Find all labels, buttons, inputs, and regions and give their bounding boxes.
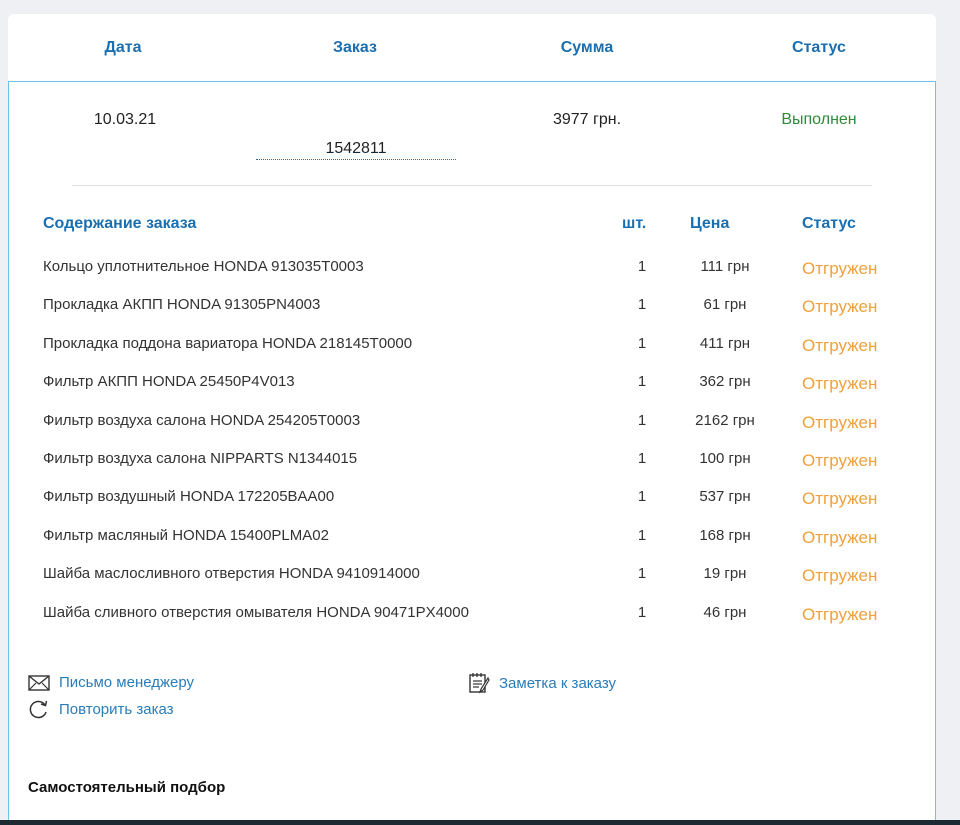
order-number-text[interactable]: 1542811: [256, 140, 456, 160]
mail-icon: [28, 674, 50, 691]
item-price: 537 грн: [699, 488, 751, 506]
order-item-row: Прокладка поддона вариатора HONDA 218145…: [9, 335, 937, 373]
item-status: Отгружен: [802, 566, 878, 586]
item-name: Прокладка АКПП HONDA 91305PN4003: [43, 296, 321, 314]
order-date: 10.03.21: [93, 111, 157, 128]
item-status: Отгружен: [802, 489, 878, 509]
item-status: Отгружен: [802, 604, 878, 624]
order-status: Выполнен: [781, 111, 857, 128]
item-price: 100 грн: [699, 450, 751, 467]
item-status: Отгружен: [802, 297, 878, 317]
orders-card: Дата Заказ Сумма Статус 10.03.21 1542811…: [8, 14, 936, 825]
item-price: 46 грн: [703, 603, 747, 621]
col-status-header: Статус: [792, 39, 846, 56]
price-header: Цена: [690, 215, 730, 232]
order-item-row: Фильтр масляный HONDA 15400PLMA02 1 168 гр…: [9, 527, 937, 565]
item-qty: 1: [637, 526, 647, 544]
item-status: Отгружен: [802, 335, 878, 355]
item-name: Прокладка поддона вариатора HONDA 218145…: [43, 334, 413, 352]
order-item-row: Фильтр АКПП HONDA 25450P4V013 1 362 грн Отг…: [9, 373, 937, 411]
order-item-row: Шайба сливного отверстия омывателя HONDA…: [9, 604, 937, 642]
order-item-row: Фильтр воздуха салона NIPPARTS N1344015 1…: [9, 450, 937, 488]
item-price: 168 грн: [699, 526, 751, 544]
item-qty: 1: [637, 334, 647, 352]
item-qty: 1: [637, 450, 647, 467]
order-item-row: Фильтр воздуха салона HONDA 254205T0003 1…: [9, 412, 937, 450]
item-status: Отгружен: [802, 259, 878, 278]
col-date-header: Дата: [104, 39, 142, 56]
item-qty: 1: [637, 296, 647, 314]
repeat-order-label[interactable]: Повторить заказ: [59, 701, 174, 718]
order-item-row: Кольцо уплотнительное HONDA 913035T0003 1…: [9, 258, 937, 296]
item-status-header: Статус: [802, 215, 856, 232]
item-price: 2162 грн: [695, 411, 755, 429]
qty-header: шт.: [622, 215, 647, 232]
order-details-panel: 10.03.21 1542811 3977 грн. Выполнен Соде…: [8, 81, 936, 825]
item-name: Шайба сливного отверстия омывателя HONDA…: [43, 603, 469, 621]
items-section-title: Содержание заказа: [43, 215, 197, 232]
divider: [72, 185, 872, 186]
order-note-label[interactable]: Заметка к заказу: [499, 675, 616, 692]
orders-table-header: Дата Заказ Сумма Статус: [8, 14, 936, 81]
order-sum: 3977 грн.: [552, 111, 622, 128]
item-qty: 1: [637, 565, 647, 583]
item-status: Отгружен: [802, 412, 878, 432]
item-name: Фильтр воздуха салона HONDA 254205T0003: [43, 411, 361, 429]
item-qty: 1: [637, 258, 647, 275]
item-status: Отгружен: [802, 451, 878, 470]
item-name: Фильтр воздуха салона NIPPARTS N1344015: [43, 450, 358, 467]
item-name: Фильтр АКПП HONDA 25450P4V013: [43, 373, 295, 391]
item-name: Фильтр воздушный HONDA 172205BAA00: [43, 488, 335, 506]
note-icon: [469, 673, 490, 694]
col-sum-header: Сумма: [560, 39, 614, 56]
bottom-bar: [0, 820, 960, 825]
item-qty: 1: [637, 373, 647, 391]
order-item-row: Прокладка АКПП HONDA 91305PN4003 1 61 грн О…: [9, 296, 937, 334]
repeat-order-link[interactable]: Повторить заказ: [28, 699, 174, 719]
mail-manager-link[interactable]: Письмо менеджеру: [28, 674, 194, 691]
order-item-row: Фильтр воздушный HONDA 172205BAA00 1 537 г…: [9, 488, 937, 526]
item-name: Кольцо уплотнительное HONDA 913035T0003: [43, 258, 364, 275]
item-qty: 1: [637, 411, 647, 429]
item-qty: 1: [637, 488, 647, 506]
item-name: Шайба маслосливного отверстия HONDA 9410…: [43, 565, 420, 583]
mail-manager-label[interactable]: Письмо менеджеру: [59, 674, 194, 691]
item-status: Отгружен: [802, 374, 878, 394]
self-selection-title: Самостоятельный подбор: [28, 779, 226, 796]
col-order-header: Заказ: [333, 39, 377, 56]
item-name: Фильтр масляный HONDA 15400PLMA02: [43, 526, 329, 544]
item-price: 61 грн: [703, 296, 747, 314]
item-status: Отгружен: [802, 527, 878, 547]
item-qty: 1: [637, 603, 647, 621]
item-price: 111 грн: [700, 258, 750, 275]
order-item-row: Шайба маслосливного отверстия HONDA 9410…: [9, 565, 937, 603]
repeat-icon: [29, 700, 48, 719]
item-price: 411 грн: [699, 334, 751, 352]
item-price: 362 грн: [699, 373, 751, 391]
item-price: 19 грн: [703, 565, 747, 583]
order-note-link[interactable]: Заметка к заказу: [468, 672, 616, 694]
